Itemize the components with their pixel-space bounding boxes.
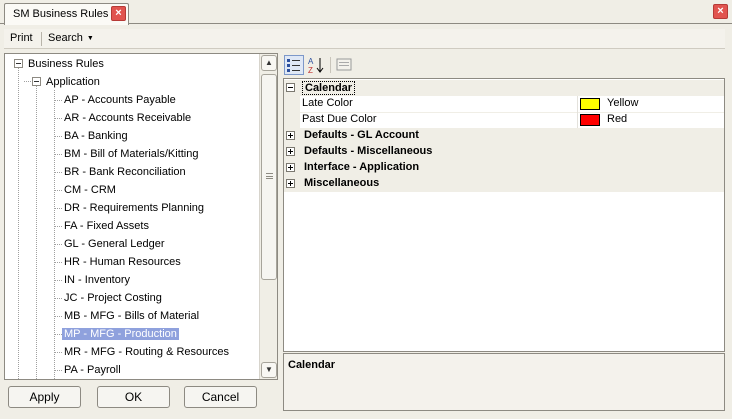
tree-node-label: MP - MFG - Production xyxy=(62,328,179,340)
collapse-icon[interactable] xyxy=(32,77,41,86)
category-label: Defaults - GL Account xyxy=(304,129,419,141)
category-defaults-miscellaneous[interactable]: Defaults - Miscellaneous xyxy=(284,144,724,160)
apply-button[interactable]: Apply xyxy=(8,386,81,408)
ok-button[interactable]: OK xyxy=(97,386,170,408)
alphabetical-view-button[interactable]: A Z xyxy=(306,55,326,75)
svg-text:Z: Z xyxy=(308,66,313,74)
tree-node-label: JC - Project Costing xyxy=(64,292,162,304)
tree-node-label: IN - Inventory xyxy=(64,274,131,286)
tree-node-item[interactable]: CM - CRM xyxy=(5,181,259,199)
tree-node-label: AR - Accounts Receivable xyxy=(64,112,192,124)
tree-node-label: Business Rules xyxy=(28,58,104,70)
tree-node-item[interactable]: DR - Requirements Planning xyxy=(5,199,259,217)
tree-node-label: CM - CRM xyxy=(64,184,116,196)
search-label: Search xyxy=(48,32,83,44)
category-label: Defaults - Miscellaneous xyxy=(304,145,433,157)
search-menu[interactable]: Search ▼ xyxy=(48,32,94,44)
tree-node-label: BM - Bill of Materials/Kitting xyxy=(64,148,199,160)
close-window-icon[interactable]: × xyxy=(713,4,728,19)
property-name: Late Color xyxy=(302,97,353,109)
category-label: Miscellaneous xyxy=(304,177,380,189)
tree-node-label: Application xyxy=(46,76,100,88)
expand-icon[interactable] xyxy=(286,163,295,172)
property-name: Past Due Color xyxy=(302,113,377,125)
property-value[interactable]: Yellow xyxy=(607,97,638,109)
toolbar: Print Search ▼ xyxy=(4,29,725,49)
sort-alphabetical-icon: A Z xyxy=(308,57,324,75)
svg-text:A: A xyxy=(308,57,314,66)
category-interface-application[interactable]: Interface - Application xyxy=(284,160,724,176)
category-calendar[interactable]: Calendar xyxy=(284,80,724,96)
tree-node-item[interactable]: IN - Inventory xyxy=(5,271,259,289)
tree-node-label: FA - Fixed Assets xyxy=(64,220,149,232)
cancel-button[interactable]: Cancel xyxy=(184,386,257,408)
tree-node-item[interactable]: AR - Accounts Receivable xyxy=(5,109,259,127)
category-defaults-gl-account[interactable]: Defaults - GL Account xyxy=(284,128,724,144)
tab-strip: SM Business Rules × × xyxy=(0,0,732,25)
property-value[interactable]: Red xyxy=(607,113,627,125)
category-miscellaneous[interactable]: Miscellaneous xyxy=(284,176,724,192)
grip-icon xyxy=(266,173,273,179)
tree-node-label: AP - Accounts Payable xyxy=(64,94,176,106)
expand-icon[interactable] xyxy=(286,131,295,140)
tree-node-item[interactable]: FA - Fixed Assets xyxy=(5,217,259,235)
tree-node-label: BA - Banking xyxy=(64,130,128,142)
tree-node-item[interactable]: BA - Banking xyxy=(5,127,259,145)
tree-node-item[interactable]: MR - MFG - Routing & Resources xyxy=(5,343,259,361)
tree-node-item[interactable]: PA - Payroll xyxy=(5,361,259,379)
tree-node-item[interactable]: BR - Bank Reconciliation xyxy=(5,163,259,181)
tree-node-item[interactable]: HR - Human Resources xyxy=(5,253,259,271)
expand-icon[interactable] xyxy=(286,147,295,156)
toolbar-divider xyxy=(330,57,331,73)
collapse-icon[interactable] xyxy=(286,83,295,92)
categorized-icon xyxy=(287,59,300,72)
expand-icon[interactable] xyxy=(286,179,295,188)
property-late-color[interactable]: Late Color Yellow xyxy=(284,96,724,112)
property-pages-button[interactable] xyxy=(334,55,354,75)
tree-node-item[interactable]: MB - MFG - Bills of Material xyxy=(5,307,259,325)
close-tab-icon[interactable]: × xyxy=(111,6,126,21)
tree-node-label: GL - General Ledger xyxy=(64,238,165,250)
color-swatch xyxy=(580,114,600,126)
scroll-down-icon[interactable]: ▼ xyxy=(261,362,277,378)
panel-splitter[interactable] xyxy=(279,53,282,411)
tree-node-item[interactable]: BM - Bill of Materials/Kitting xyxy=(5,145,259,163)
scrollbar-thumb[interactable] xyxy=(261,74,277,280)
description-title: Calendar xyxy=(288,359,336,371)
tree-node-item[interactable]: AP - Accounts Payable xyxy=(5,91,259,109)
tree-node-label: BR - Bank Reconciliation xyxy=(64,166,186,178)
categorized-view-button[interactable] xyxy=(284,55,304,75)
property-description-pane: Calendar xyxy=(283,353,725,411)
tree-node-label: HR - Human Resources xyxy=(64,256,181,268)
tree-node-label: MB - MFG - Bills of Material xyxy=(64,310,200,322)
color-swatch xyxy=(580,98,600,110)
tree-node-label: PA - Payroll xyxy=(64,364,121,376)
dropdown-arrow-icon: ▼ xyxy=(86,35,94,42)
tree-node-label: DR - Requirements Planning xyxy=(64,202,205,214)
category-label: Calendar xyxy=(302,81,356,95)
property-pages-icon xyxy=(336,58,352,71)
collapse-icon[interactable] xyxy=(14,59,23,68)
business-rules-tree[interactable]: Business Rules Application AP - Accounts… xyxy=(4,53,278,380)
tab-title: SM Business Rules xyxy=(13,8,109,20)
toolbar-divider xyxy=(41,32,42,46)
tab-sm-business-rules[interactable]: SM Business Rules × xyxy=(4,3,129,25)
tree-node-item[interactable]: GL - General Ledger xyxy=(5,235,259,253)
scroll-up-icon[interactable]: ▲ xyxy=(261,55,277,71)
print-menu[interactable]: Print xyxy=(10,32,33,44)
property-grid-toolbar: A Z xyxy=(283,53,725,77)
property-grid[interactable]: Calendar Late Color Yellow Past Due Colo… xyxy=(283,78,725,352)
property-past-due-color[interactable]: Past Due Color Red xyxy=(284,112,724,128)
tree-node-item[interactable]: MP - MFG - Production xyxy=(5,325,259,343)
tree-scrollbar[interactable]: ▲ ▼ xyxy=(259,54,277,379)
category-label: Interface - Application xyxy=(304,161,420,173)
tree-node-label: MR - MFG - Routing & Resources xyxy=(64,346,230,358)
tree-node-item[interactable]: JC - Project Costing xyxy=(5,289,259,307)
